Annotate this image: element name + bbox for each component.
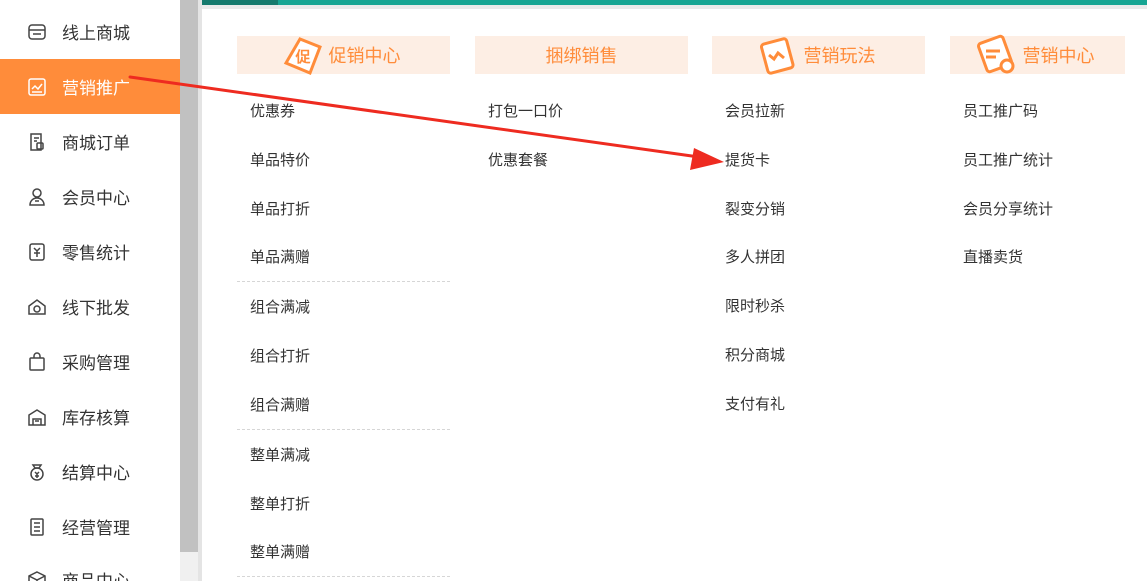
- order-icon: [26, 131, 48, 153]
- menu-item-flash-sale[interactable]: 限时秒杀: [725, 295, 785, 316]
- sidebar-item-label: 经营管理: [62, 519, 130, 539]
- menu-item-payment-gift[interactable]: 支付有礼: [725, 393, 785, 414]
- promo-tag-icon: 促: [279, 32, 325, 78]
- sidebar-item-marketing-promotion[interactable]: 营销推广: [0, 59, 180, 114]
- menu-item-pickup-card[interactable]: 提货卡: [725, 149, 770, 170]
- sidebar-item-business-management[interactable]: 经营管理: [0, 499, 180, 554]
- column-header-title: 营销中心: [1022, 46, 1095, 67]
- sidebar-item-label: 营销推广: [62, 79, 130, 99]
- sidebar: 线上商城 营销推广 商城订单 会员中心 零售统计 线下批发 采购管理 库存核算 …: [0, 0, 180, 581]
- sidebar-item-online-store[interactable]: 线上商城: [0, 4, 180, 59]
- menu-item-member-acquisition[interactable]: 会员拉新: [725, 100, 785, 121]
- top-bar-shadow: [202, 5, 1147, 9]
- sidebar-item-offline-wholesale[interactable]: 线下批发: [0, 279, 180, 334]
- sidebar-item-label: 采购管理: [62, 354, 130, 374]
- menu-item-fission-distribution[interactable]: 裂变分销: [725, 198, 785, 219]
- warehouse-icon: [26, 406, 48, 428]
- sidebar-scrollbar-thumb[interactable]: [180, 0, 198, 552]
- store-icon: [26, 21, 48, 43]
- sidebar-item-label: 库存核算: [62, 409, 130, 429]
- column-header-promotion-center: 促 促销中心: [237, 36, 450, 75]
- menu-item-staff-promo-stats[interactable]: 员工推广统计: [963, 149, 1053, 170]
- menu-item-combo-discount[interactable]: 组合打折: [250, 345, 310, 366]
- sidebar-item-label: 商城订单: [62, 134, 130, 154]
- sidebar-item-label: 结算中心: [62, 464, 130, 484]
- column-header-title: 营销玩法: [803, 46, 876, 67]
- retail-stats-icon: [26, 241, 48, 263]
- wholesale-icon: [26, 296, 48, 318]
- column-header-title: 促销中心: [328, 46, 401, 67]
- sidebar-item-retail-stats[interactable]: 零售统计: [0, 224, 180, 279]
- annotation-arrow-head: [690, 148, 724, 170]
- menu-item-discount-package[interactable]: 优惠套餐: [488, 149, 548, 170]
- sidebar-item-label: 商品中心: [62, 567, 130, 581]
- marketing-center-icon: [973, 32, 1019, 78]
- menu-item-single-gift[interactable]: 单品满赠: [250, 246, 310, 267]
- sidebar-item-label: 会员中心: [62, 189, 130, 209]
- menu-item-package-price[interactable]: 打包一口价: [488, 100, 563, 121]
- member-icon: [26, 186, 48, 208]
- promotion-chart-icon: [26, 76, 48, 98]
- column-header-marketing-play: 营销玩法: [712, 36, 925, 75]
- menu-item-group-buying[interactable]: 多人拼团: [725, 246, 785, 267]
- column-header-marketing-center: 营销中心: [950, 34, 1125, 74]
- menu-group-divider: [237, 429, 450, 430]
- sidebar-item-inventory-accounting[interactable]: 库存核算: [0, 389, 180, 444]
- menu-item-points-mall[interactable]: 积分商城: [725, 344, 785, 365]
- management-icon: [26, 516, 48, 538]
- marketing-play-icon: [754, 32, 800, 78]
- sidebar-item-store-orders[interactable]: 商城订单: [0, 114, 180, 169]
- menu-item-live-selling[interactable]: 直播卖货: [963, 246, 1023, 267]
- annotation-arrow-shaft: [128, 75, 708, 160]
- sidebar-item-goods-center[interactable]: 商品中心: [0, 552, 180, 581]
- menu-item-combo-gift[interactable]: 组合满赠: [250, 394, 310, 415]
- sidebar-item-settlement-center[interactable]: 结算中心: [0, 444, 180, 499]
- sidebar-item-label: 线上商城: [62, 24, 130, 44]
- goods-icon: [26, 569, 48, 581]
- menu-item-order-gift[interactable]: 整单满赠: [250, 541, 310, 562]
- sidebar-item-purchase-management[interactable]: 采购管理: [0, 334, 180, 389]
- menu-item-coupon[interactable]: 优惠券: [250, 100, 295, 121]
- menu-group-divider: [237, 281, 450, 282]
- column-header-bundle-sales: 捆绑销售: [475, 36, 688, 74]
- menu-item-staff-promo-code[interactable]: 员工推广码: [963, 100, 1038, 121]
- sidebar-item-label: 线下批发: [62, 299, 130, 319]
- purchase-bag-icon: [26, 351, 48, 373]
- menu-item-single-discount[interactable]: 单品打折: [250, 198, 310, 219]
- column-header-title: 捆绑销售: [545, 46, 618, 67]
- svg-text:促: 促: [294, 48, 311, 66]
- menu-item-single-special-price[interactable]: 单品特价: [250, 149, 310, 170]
- menu-item-order-reduction[interactable]: 整单满减: [250, 444, 310, 465]
- sidebar-divider: [198, 0, 202, 581]
- menu-item-combo-reduction[interactable]: 组合满减: [250, 296, 310, 317]
- menu-group-divider: [237, 576, 450, 577]
- menu-item-order-discount[interactable]: 整单打折: [250, 493, 310, 514]
- sidebar-item-member-center[interactable]: 会员中心: [0, 169, 180, 224]
- sidebar-item-label: 零售统计: [62, 244, 130, 264]
- settlement-icon: [26, 461, 48, 483]
- menu-item-member-share-stats[interactable]: 会员分享统计: [963, 198, 1053, 219]
